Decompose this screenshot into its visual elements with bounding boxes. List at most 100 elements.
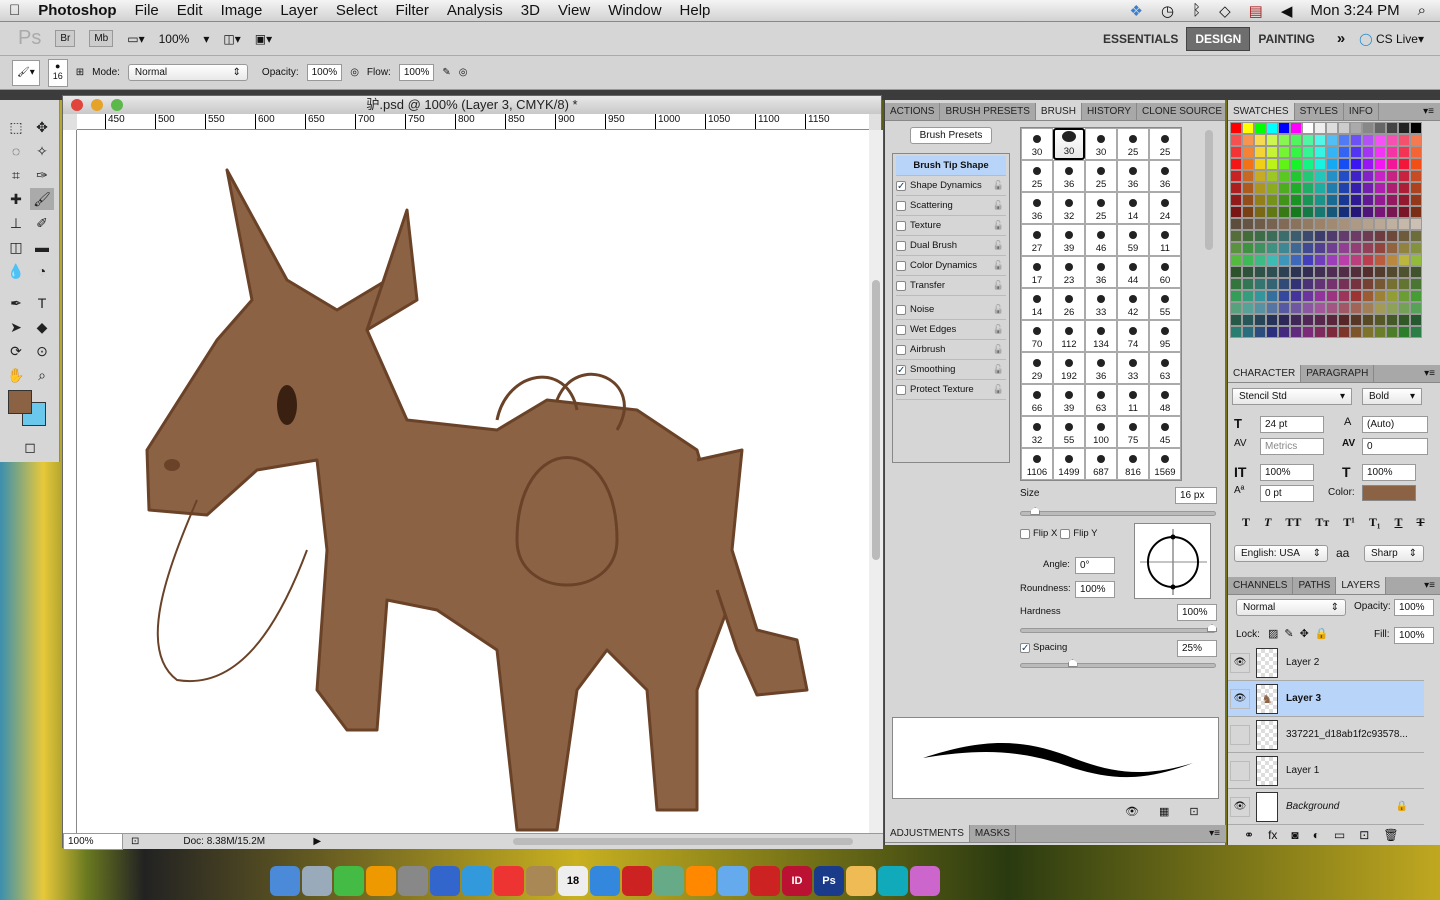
swatch[interactable] [1374,242,1386,254]
swatch[interactable] [1242,302,1254,314]
swatch[interactable] [1398,290,1410,302]
type-tool-icon[interactable]: T [30,292,54,314]
hardness-input[interactable]: 100% [1177,604,1217,621]
swatch[interactable] [1374,146,1386,158]
swatch[interactable] [1278,146,1290,158]
brush-tip[interactable]: 25 [1085,160,1117,192]
flow-input[interactable]: 100% [398,64,435,81]
brush-tip[interactable]: 55 [1149,288,1181,320]
menu-image[interactable]: Image [212,2,272,19]
dock-address-book[interactable] [526,866,556,896]
swatch[interactable] [1242,290,1254,302]
brush-tip[interactable]: 112 [1053,320,1085,352]
swatch[interactable] [1242,218,1254,230]
bridge-button[interactable]: Br [55,30,76,47]
swatch[interactable] [1254,230,1266,242]
swatch[interactable] [1242,122,1254,134]
swatch[interactable] [1374,194,1386,206]
clone-stamp-tool-icon[interactable]: ⊥ [4,212,28,234]
visibility-toggle[interactable]: 👁 [1230,652,1250,673]
swatch[interactable] [1410,266,1422,278]
swatch[interactable] [1398,266,1410,278]
superscript-button[interactable]: T¹ [1343,515,1355,530]
menu-file[interactable]: File [126,2,168,19]
brush-tip[interactable]: 1106 [1021,448,1053,480]
swatch[interactable] [1314,122,1326,134]
swatch[interactable] [1278,170,1290,182]
swatch[interactable] [1386,242,1398,254]
dropbox-icon[interactable]: ❖ [1130,2,1143,20]
swatch[interactable] [1410,314,1422,326]
swatch[interactable] [1350,290,1362,302]
checkbox[interactable] [896,324,906,335]
swatch[interactable] [1242,146,1254,158]
lock-icon[interactable]: 🔓 [993,384,1004,395]
slider-thumb[interactable] [1067,659,1078,667]
swatch[interactable] [1362,302,1374,314]
swatch[interactable] [1338,134,1350,146]
swatch[interactable] [1266,170,1278,182]
swatch[interactable] [1302,146,1314,158]
swatch[interactable] [1230,134,1242,146]
swatch[interactable] [1374,302,1386,314]
swatch[interactable] [1326,242,1338,254]
swatch[interactable] [1374,278,1386,290]
small-caps-button[interactable]: Tт [1315,515,1329,530]
lasso-tool-icon[interactable]: ◌ [4,140,28,162]
swatch[interactable] [1290,122,1302,134]
swatch[interactable] [1410,170,1422,182]
swatch[interactable] [1362,206,1374,218]
quick-mask-icon[interactable]: ◻ [18,436,42,458]
pressure-opacity-icon[interactable]: ◎ [350,67,359,78]
swatch[interactable] [1302,302,1314,314]
apple-icon[interactable]:  [0,2,29,19]
swatch[interactable] [1290,218,1302,230]
history-brush-tool-icon[interactable]: ✐ [30,212,54,234]
3d-orbit-tool-icon[interactable]: ⊙ [30,340,54,362]
tab-adjustments[interactable]: ADJUSTMENTS [885,825,970,842]
grid-view-icon[interactable]: ▦ [1159,805,1169,818]
brush-option-shape-dynamics[interactable]: ✓ Shape Dynamics 🔓 [896,176,1006,196]
swatch[interactable] [1254,194,1266,206]
brush-tip[interactable]: 14 [1117,192,1149,224]
brush-tip[interactable]: 100 [1085,416,1117,448]
menu-analysis[interactable]: Analysis [438,2,512,19]
swatch[interactable] [1230,170,1242,182]
leading-input[interactable]: (Auto) [1362,416,1428,433]
swatch[interactable] [1278,254,1290,266]
swatch[interactable] [1326,218,1338,230]
brush-tip[interactable]: 25 [1021,160,1053,192]
antialias-select[interactable]: Sharp ⇕ [1364,545,1424,562]
swatch[interactable] [1266,194,1278,206]
brush-tip[interactable]: 45 [1149,416,1181,448]
swatch[interactable] [1374,326,1386,338]
swatch[interactable] [1410,182,1422,194]
layer-opacity-input[interactable]: 100% [1394,599,1434,616]
all-caps-button[interactable]: TT [1285,515,1301,530]
swatch[interactable] [1230,314,1242,326]
zoom-tool-icon[interactable]: ⌕ [30,364,54,386]
swatch[interactable] [1314,230,1326,242]
swatch[interactable] [1302,230,1314,242]
swatch[interactable] [1302,218,1314,230]
dock-automator[interactable] [398,866,428,896]
swatch[interactable] [1314,242,1326,254]
swatch[interactable] [1374,218,1386,230]
vertical-ruler[interactable] [63,130,77,833]
swatch[interactable] [1338,158,1350,170]
swatch[interactable] [1242,254,1254,266]
swatch[interactable] [1230,158,1242,170]
swatch[interactable] [1326,194,1338,206]
brush-tip[interactable]: 39 [1053,224,1085,256]
panel-menu-icon[interactable]: ▾≡ [1209,825,1226,842]
swatch[interactable] [1230,194,1242,206]
lock-icon[interactable]: 🔓 [993,364,1004,375]
tab-brush-presets[interactable]: BRUSH PRESETS [940,103,1036,120]
swatch[interactable] [1410,134,1422,146]
swatch[interactable] [1350,278,1362,290]
arrange-documents-icon[interactable]: ◫▾ [223,32,240,46]
volume-icon[interactable]: ◀ [1281,2,1293,20]
brush-option-protect-texture[interactable]: Protect Texture 🔓 [896,380,1006,400]
swatch[interactable] [1338,146,1350,158]
tracking-input[interactable]: 0 [1362,438,1428,455]
